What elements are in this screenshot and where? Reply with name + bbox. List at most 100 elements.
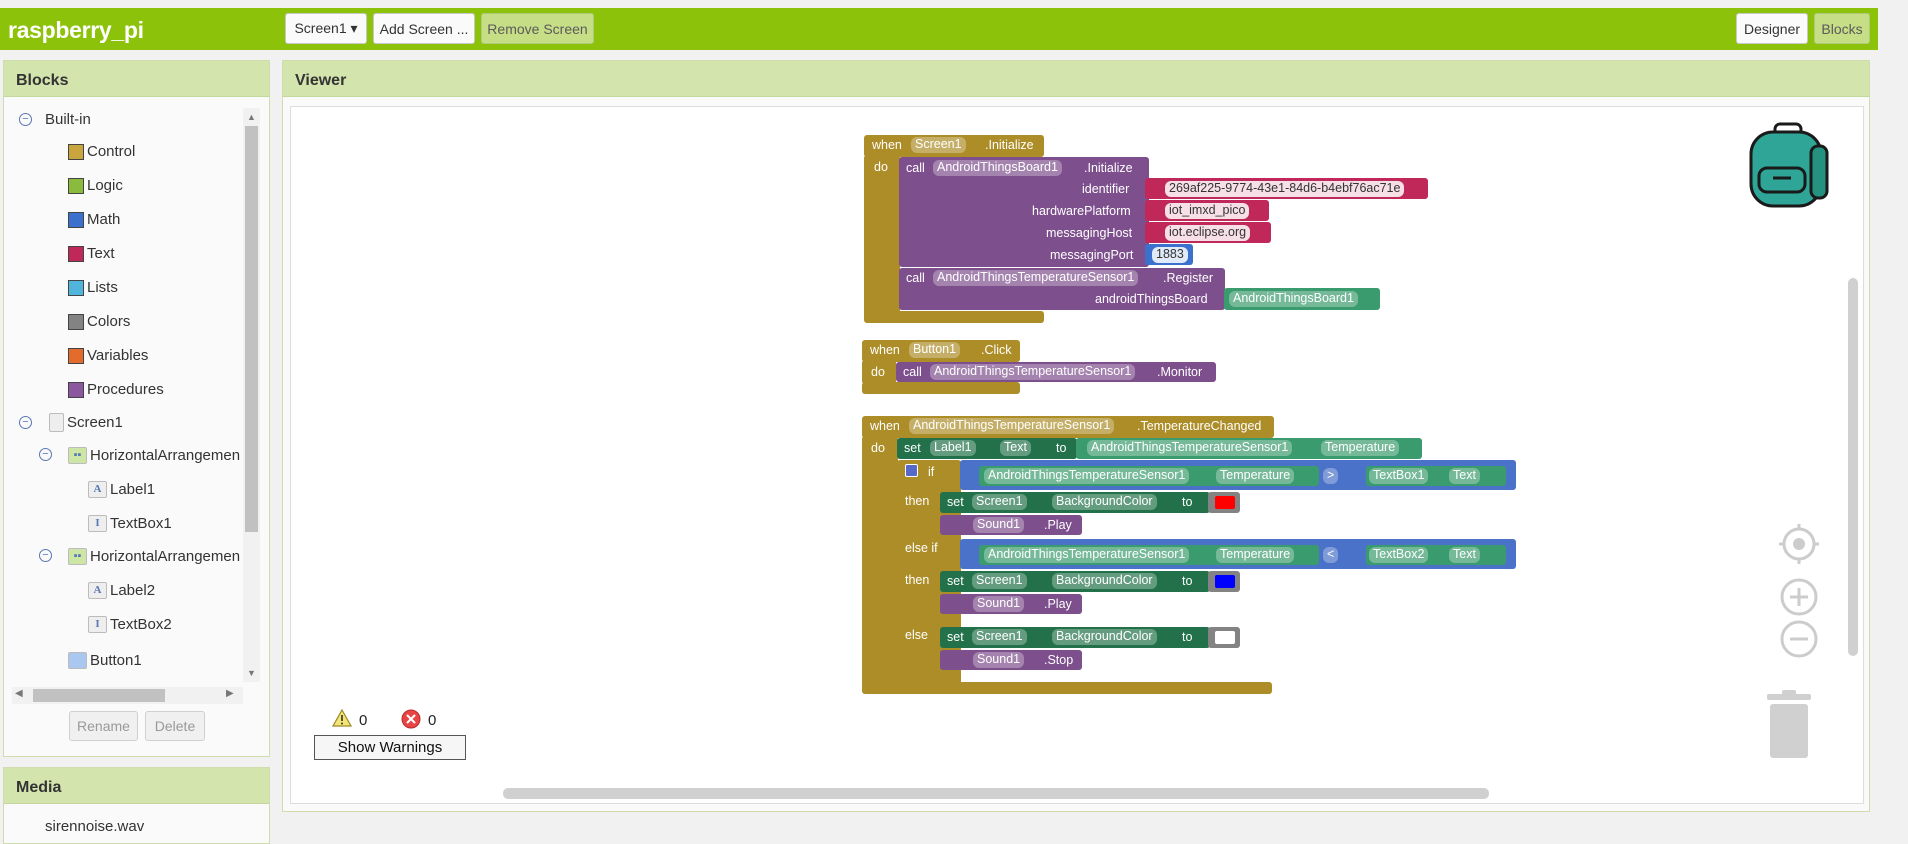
property-dropdown[interactable]: Text <box>1449 547 1480 563</box>
collapse-icon[interactable]: − <box>39 448 52 461</box>
media-panel-title: Media <box>4 768 269 804</box>
scroll-down-icon[interactable]: ▼ <box>247 668 256 678</box>
color-swatch-blue <box>1215 575 1235 588</box>
set-label: set <box>947 574 964 588</box>
builtin-text[interactable]: Text <box>68 245 115 262</box>
text-value[interactable]: 269af225-9774-43e1-84d6-b4ebf76ac71e <box>1165 181 1405 197</box>
tree-label1[interactable]: A Label1 <box>88 481 155 498</box>
blocks-button[interactable]: Blocks <box>1814 13 1870 44</box>
screen-icon <box>49 413 64 432</box>
builtin-colors[interactable]: Colors <box>68 313 130 330</box>
builtin-logic[interactable]: Logic <box>68 177 123 194</box>
tree-textbox2[interactable]: I TextBox2 <box>88 616 172 633</box>
component-dropdown[interactable]: AndroidThingsTemperatureSensor1 <box>1087 440 1293 456</box>
component-dropdown[interactable]: AndroidThingsBoard1 <box>933 160 1062 176</box>
error-icon <box>401 709 421 729</box>
set-label: set <box>947 495 964 509</box>
scroll-left-icon[interactable]: ◀ <box>15 688 23 699</box>
textbox-icon: I <box>88 616 107 633</box>
component-dropdown[interactable]: Sound1 <box>973 596 1025 612</box>
button-icon <box>68 652 87 669</box>
rename-button[interactable]: Rename <box>69 711 138 741</box>
component-dropdown[interactable]: Screen1 <box>972 629 1027 645</box>
scroll-right-icon[interactable]: ▶ <box>226 688 234 699</box>
call-label: call <box>906 271 925 285</box>
component-dropdown[interactable]: TextBox2 <box>1369 547 1429 563</box>
tree-screen1[interactable]: Screen1 <box>49 413 123 432</box>
builtin-variables[interactable]: Variables <box>68 347 148 364</box>
page-scrollbar[interactable] <box>1891 0 1908 844</box>
collapse-icon[interactable]: − <box>39 549 52 562</box>
component-dropdown[interactable]: AndroidThingsTemperatureSensor1 <box>930 364 1136 380</box>
arrangement-icon: ▪▪ <box>68 447 87 464</box>
call-label: call <box>903 365 922 379</box>
builtin-procedures[interactable]: Procedures <box>68 381 164 398</box>
property-dropdown[interactable]: BackgroundColor <box>1052 494 1157 510</box>
swatch-icon <box>68 211 84 228</box>
app-title: raspberry_pi <box>8 17 144 43</box>
property-dropdown[interactable]: Text <box>1000 440 1031 456</box>
delete-button[interactable]: Delete <box>145 711 205 741</box>
property-dropdown[interactable]: Temperature <box>1216 547 1295 563</box>
text-value[interactable]: iot_imxd_pico <box>1165 203 1250 219</box>
designer-button[interactable]: Designer <box>1736 13 1808 44</box>
property-dropdown[interactable]: Temperature <box>1321 440 1400 456</box>
zoom-out-icon[interactable] <box>1779 619 1819 659</box>
backpack-icon[interactable] <box>1745 120 1833 210</box>
component-dropdown[interactable]: Screen1 <box>911 137 966 153</box>
mutator-gear-icon[interactable] <box>905 464 918 477</box>
component-dropdown[interactable]: TextBox1 <box>1369 468 1429 484</box>
scroll-up-icon[interactable]: ▲ <box>247 112 256 122</box>
tree-arrangement1[interactable]: ▪▪ HorizontalArrangemen <box>68 447 240 464</box>
operator-dropdown[interactable]: > <box>1323 468 1339 484</box>
component-dropdown[interactable]: AndroidThingsBoard1 <box>1229 291 1358 307</box>
workspace-hscroll[interactable] <box>503 788 1489 799</box>
zoom-in-icon[interactable] <box>1779 577 1819 617</box>
to-label: to <box>1056 441 1067 455</box>
component-dropdown[interactable]: AndroidThingsTemperatureSensor1 <box>984 468 1190 484</box>
tree-arrangement2[interactable]: ▪▪ HorizontalArrangemen <box>68 548 240 565</box>
param-label: identifier <box>1082 182 1130 196</box>
remove-screen-button[interactable]: Remove Screen <box>481 13 594 44</box>
text-value[interactable]: iot.eclipse.org <box>1165 225 1251 241</box>
collapse-icon[interactable]: − <box>19 113 32 126</box>
builtin-lists[interactable]: Lists <box>68 279 118 296</box>
component-dropdown[interactable]: AndroidThingsTemperatureSensor1 <box>984 547 1190 563</box>
trash-icon[interactable] <box>1764 690 1814 760</box>
component-dropdown[interactable]: AndroidThingsTemperatureSensor1 <box>933 270 1139 286</box>
property-dropdown[interactable]: BackgroundColor <box>1052 573 1157 589</box>
tree-vscroll-thumb[interactable] <box>245 126 258 532</box>
tree-button1[interactable]: Button1 <box>68 652 142 669</box>
component-dropdown[interactable]: AndroidThingsTemperatureSensor1 <box>909 418 1115 434</box>
component-dropdown[interactable]: Button1 <box>909 342 961 358</box>
set-label-block[interactable] <box>897 438 1077 459</box>
tree-label2[interactable]: A Label2 <box>88 582 155 599</box>
recenter-icon[interactable] <box>1779 524 1819 564</box>
set-label: set <box>904 441 921 455</box>
component-dropdown[interactable]: Label1 <box>930 440 976 456</box>
media-file[interactable]: sirennoise.wav <box>45 818 144 835</box>
tree-builtin[interactable]: Built-in <box>45 111 91 128</box>
method-label: .Register <box>1163 271 1214 285</box>
tree-hscroll-thumb[interactable] <box>33 689 165 702</box>
tree-textbox1[interactable]: I TextBox1 <box>88 515 172 532</box>
property-dropdown[interactable]: Temperature <box>1216 468 1295 484</box>
component-dropdown[interactable]: Screen1 <box>972 494 1027 510</box>
show-warnings-button[interactable]: Show Warnings <box>314 735 466 760</box>
builtin-control[interactable]: Control <box>68 143 135 160</box>
screen-select[interactable]: Screen1 ▾ <box>285 13 367 44</box>
add-screen-button[interactable]: Add Screen ... <box>373 13 475 44</box>
event-label: .Click <box>981 343 1012 357</box>
component-dropdown[interactable]: Sound1 <box>973 517 1025 533</box>
property-dropdown[interactable]: Text <box>1449 468 1480 484</box>
property-dropdown[interactable]: BackgroundColor <box>1052 629 1157 645</box>
textbox-icon: I <box>88 515 107 532</box>
workspace-vscroll[interactable] <box>1848 278 1858 656</box>
number-value[interactable]: 1883 <box>1152 247 1188 263</box>
builtin-math[interactable]: Math <box>68 211 120 228</box>
method-label: .Initialize <box>1084 161 1133 175</box>
collapse-icon[interactable]: − <box>19 416 32 429</box>
component-dropdown[interactable]: Screen1 <box>972 573 1027 589</box>
operator-dropdown[interactable]: < <box>1323 547 1339 563</box>
component-dropdown[interactable]: Sound1 <box>973 652 1025 668</box>
